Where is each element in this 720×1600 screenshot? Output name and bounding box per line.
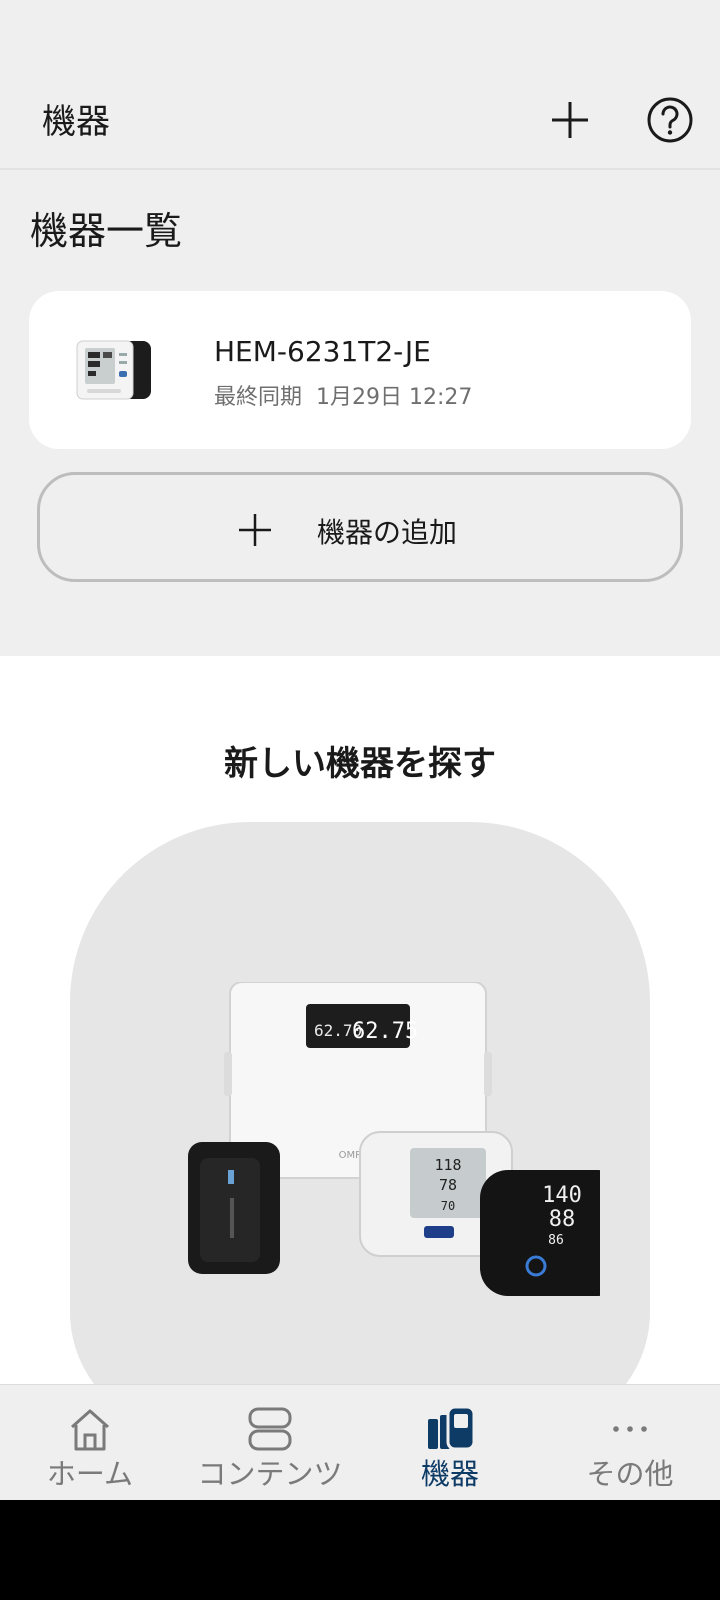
nav-item-home[interactable]: ホーム bbox=[0, 1385, 180, 1501]
contents-icon bbox=[248, 1407, 292, 1451]
sync-label: 最終同期 bbox=[214, 385, 303, 410]
bottom-navigation: ホーム コンテンツ 機器 その他 bbox=[0, 1384, 720, 1500]
page-title: 機器 bbox=[42, 102, 110, 142]
nav-item-contents[interactable]: コンテンツ bbox=[180, 1385, 360, 1501]
nav-label-home: ホーム bbox=[46, 1457, 134, 1491]
help-button[interactable] bbox=[646, 96, 694, 144]
monitor-readout-sys: 118 bbox=[434, 1156, 461, 1174]
devices-collage-image: 62.70 62.75 OMRON 118 78 70 140 88 86 bbox=[188, 982, 600, 1296]
device-list-title: 機器一覧 bbox=[30, 209, 183, 253]
home-icon bbox=[71, 1409, 109, 1451]
nav-item-devices[interactable]: 機器 bbox=[360, 1385, 540, 1501]
device-name: HEM-6231T2-JE bbox=[214, 335, 431, 368]
device-card[interactable]: HEM-6231T2-JE 最終同期 1月29日 12:27 bbox=[29, 291, 691, 449]
nav-label-devices: 機器 bbox=[420, 1457, 479, 1491]
system-navigation-bar bbox=[0, 1500, 720, 1600]
monitor-readout-pulse: 70 bbox=[441, 1199, 455, 1213]
monitor-black-readout-dia: 88 bbox=[549, 1207, 576, 1232]
nav-item-more[interactable]: その他 bbox=[540, 1385, 720, 1501]
discover-devices-banner[interactable]: 62.70 62.75 OMRON 118 78 70 140 88 86 bbox=[70, 822, 650, 1432]
nav-label-contents: コンテンツ bbox=[197, 1457, 343, 1491]
monitor-readout-dia: 78 bbox=[439, 1176, 457, 1194]
help-circle-icon bbox=[647, 97, 693, 143]
scale-readout-right: 62.75 bbox=[352, 1019, 418, 1044]
add-device-header-button[interactable] bbox=[548, 98, 592, 142]
device-sync-info: 最終同期 1月29日 12:27 bbox=[214, 379, 472, 411]
plus-icon bbox=[552, 102, 588, 138]
devices-icon bbox=[428, 1405, 476, 1451]
monitor-black-readout-pulse: 86 bbox=[548, 1233, 564, 1248]
plus-icon bbox=[239, 514, 271, 546]
discover-title: 新しい機器を探す bbox=[224, 744, 496, 784]
app-bar: 機器 bbox=[0, 0, 720, 170]
sync-time: 1月29日 12:27 bbox=[316, 385, 473, 410]
add-device-label: 機器の追加 bbox=[317, 516, 458, 549]
more-icon bbox=[613, 1426, 647, 1432]
device-thumbnail bbox=[76, 340, 151, 400]
discover-section: 新しい機器を探す 62.70 62.75 OMRON 118 78 70 140… bbox=[0, 656, 720, 1432]
monitor-black-readout-sys: 140 bbox=[542, 1183, 582, 1208]
nav-label-more: その他 bbox=[586, 1457, 674, 1491]
add-device-button[interactable]: 機器の追加 bbox=[37, 472, 683, 582]
